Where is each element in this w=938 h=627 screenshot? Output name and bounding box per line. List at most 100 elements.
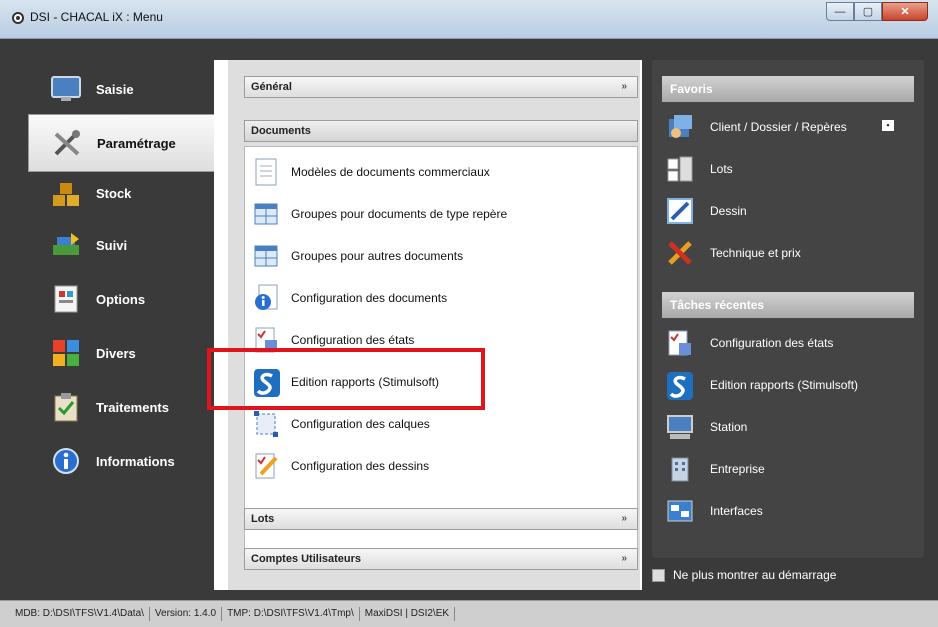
status-version: Version: 1.4.0 bbox=[150, 607, 223, 621]
list-item-groupes-autres[interactable]: Groupes pour autres documents bbox=[253, 237, 463, 275]
colors-icon bbox=[50, 337, 82, 369]
clipboard-icon bbox=[50, 391, 82, 423]
window-title: DSI - CHACAL iX : Menu bbox=[30, 10, 163, 24]
group-comptes-utilisateurs[interactable]: Comptes Utilisateurs » bbox=[244, 548, 638, 570]
chevron-down-icon: » bbox=[621, 81, 627, 92]
favori-technique-prix[interactable]: Technique et prix bbox=[666, 236, 801, 270]
list-item-label: Configuration des calques bbox=[291, 417, 430, 431]
group-general[interactable]: Général » bbox=[244, 76, 638, 98]
group-lots[interactable]: Lots » bbox=[244, 508, 638, 530]
table-icon bbox=[253, 242, 279, 270]
favori-label: Technique et prix bbox=[710, 246, 801, 260]
nav-item-parametrage[interactable]: Paramétrage bbox=[28, 114, 214, 172]
pencil-icon bbox=[666, 197, 694, 225]
list-item-label: Configuration des états bbox=[291, 333, 415, 347]
recent-entreprise[interactable]: Entreprise bbox=[666, 452, 765, 486]
recent-interfaces[interactable]: Interfaces bbox=[666, 494, 763, 528]
nav-item-saisie[interactable]: Saisie bbox=[14, 64, 214, 114]
nav-label: Stock bbox=[96, 185, 132, 201]
group-label: Lots bbox=[251, 513, 275, 525]
list-item-label: Modèles de documents commerciaux bbox=[291, 165, 490, 179]
building-icon bbox=[666, 455, 694, 483]
nav-item-suivi[interactable]: Suivi bbox=[14, 220, 214, 270]
nav-item-divers[interactable]: Divers bbox=[14, 328, 214, 378]
info-icon bbox=[50, 445, 82, 477]
recent-station[interactable]: Station bbox=[666, 410, 747, 444]
group-documents[interactable]: Documents bbox=[244, 120, 638, 142]
no-more-label: Ne plus montrer au démarrage bbox=[673, 568, 837, 582]
favori-dessin[interactable]: Dessin bbox=[666, 194, 747, 228]
nav-label: Divers bbox=[96, 345, 136, 361]
info-document-icon bbox=[253, 284, 279, 312]
maximize-button[interactable]: ▢ bbox=[854, 2, 882, 21]
stimulsoft-icon bbox=[666, 371, 694, 400]
boxes-icon bbox=[50, 177, 82, 209]
monitor-icon bbox=[50, 73, 82, 105]
nav-item-traitements[interactable]: Traitements bbox=[14, 382, 214, 432]
drawing-icon bbox=[253, 452, 279, 480]
list-item-modeles[interactable]: Modèles de documents commerciaux bbox=[253, 153, 490, 191]
list-item-label: Configuration des dessins bbox=[291, 459, 430, 473]
station-icon bbox=[666, 413, 694, 441]
client-icon bbox=[666, 113, 694, 141]
list-item-config-documents[interactable]: Configuration des documents bbox=[253, 279, 447, 317]
list-item-label: Groupes pour autres documents bbox=[291, 249, 464, 263]
id-card-icon[interactable]: ▪ bbox=[882, 120, 894, 131]
recent-label: Edition rapports (Stimulsoft) bbox=[710, 378, 859, 392]
interfaces-icon bbox=[666, 497, 694, 525]
recent-edition-rapports[interactable]: Edition rapports (Stimulsoft) bbox=[666, 368, 858, 402]
chevron-down-icon: » bbox=[621, 553, 627, 564]
group-label: Documents bbox=[251, 125, 311, 137]
chevron-down-icon: » bbox=[621, 513, 627, 524]
list-item-config-dessins[interactable]: Configuration des dessins bbox=[253, 447, 429, 485]
nav-label: Suivi bbox=[96, 237, 128, 253]
minimize-button[interactable]: — bbox=[826, 2, 854, 21]
recent-label: Entreprise bbox=[710, 462, 765, 476]
main-window: DSI - CHACAL iX : Menu — ▢ ✕ Saisie Para… bbox=[0, 0, 938, 627]
lots-icon bbox=[666, 155, 694, 183]
favori-label: Lots bbox=[710, 162, 733, 176]
options-icon bbox=[50, 283, 82, 315]
list-item-groupes-repere[interactable]: Groupes pour documents de type repère bbox=[253, 195, 507, 233]
recent-config-etats[interactable]: Configuration des états bbox=[666, 326, 833, 360]
layers-icon bbox=[253, 410, 279, 438]
right-panel: Favoris Client / Dossier / Repères ▪ Lot… bbox=[652, 60, 924, 558]
group-label: Comptes Utilisateurs bbox=[251, 553, 362, 565]
table-icon bbox=[253, 200, 279, 228]
nav-label: Informations bbox=[96, 453, 175, 469]
app-icon bbox=[12, 12, 24, 24]
recent-label: Configuration des états bbox=[710, 336, 834, 350]
tools-icon bbox=[51, 127, 83, 159]
list-item-config-calques[interactable]: Configuration des calques bbox=[253, 405, 430, 443]
nav-item-options[interactable]: Options bbox=[14, 274, 214, 324]
recent-label: Interfaces bbox=[710, 504, 763, 518]
no-more-checkbox[interactable] bbox=[652, 568, 665, 582]
status-mdb: MDB: D:\DSI\TFS\V1.4\Data\ bbox=[10, 607, 150, 621]
status-tmp: TMP: D:\DSI\TFS\V1.4\Tmp\ bbox=[222, 607, 360, 621]
tools-icon bbox=[666, 239, 694, 267]
recent-header: Tâches récentes bbox=[662, 292, 914, 318]
nav-label: Paramétrage bbox=[97, 135, 176, 151]
list-item-label: Groupes pour documents de type repère bbox=[291, 207, 508, 221]
favoris-header: Favoris bbox=[662, 76, 914, 102]
list-item-label: Configuration des documents bbox=[291, 291, 448, 305]
status-bar: MDB: D:\DSI\TFS\V1.4\Data\ Version: 1.4.… bbox=[0, 600, 938, 627]
nav-label: Options bbox=[96, 291, 146, 307]
favori-label: Dessin bbox=[710, 204, 747, 218]
tracking-icon bbox=[50, 229, 82, 261]
favori-client-dossier[interactable]: Client / Dossier / Repères bbox=[666, 110, 847, 144]
nav-item-informations[interactable]: Informations bbox=[14, 436, 214, 486]
no-more-checkbox-row[interactable]: Ne plus montrer au démarrage bbox=[652, 568, 836, 582]
nav-item-stock[interactable]: Stock bbox=[14, 168, 214, 218]
favori-lots[interactable]: Lots bbox=[666, 152, 733, 186]
favori-label: Client / Dossier / Repères bbox=[710, 120, 847, 134]
nav-label: Traitements bbox=[96, 399, 169, 415]
close-button[interactable]: ✕ bbox=[882, 2, 928, 21]
title-bar: DSI - CHACAL iX : Menu — ▢ ✕ bbox=[0, 0, 938, 39]
report-icon bbox=[666, 329, 694, 357]
recent-label: Station bbox=[710, 420, 748, 434]
highlight-box bbox=[207, 348, 485, 410]
group-label: Général bbox=[251, 81, 292, 93]
document-icon bbox=[253, 158, 279, 186]
status-user: MaxiDSI | DSI2\EK bbox=[360, 607, 456, 621]
